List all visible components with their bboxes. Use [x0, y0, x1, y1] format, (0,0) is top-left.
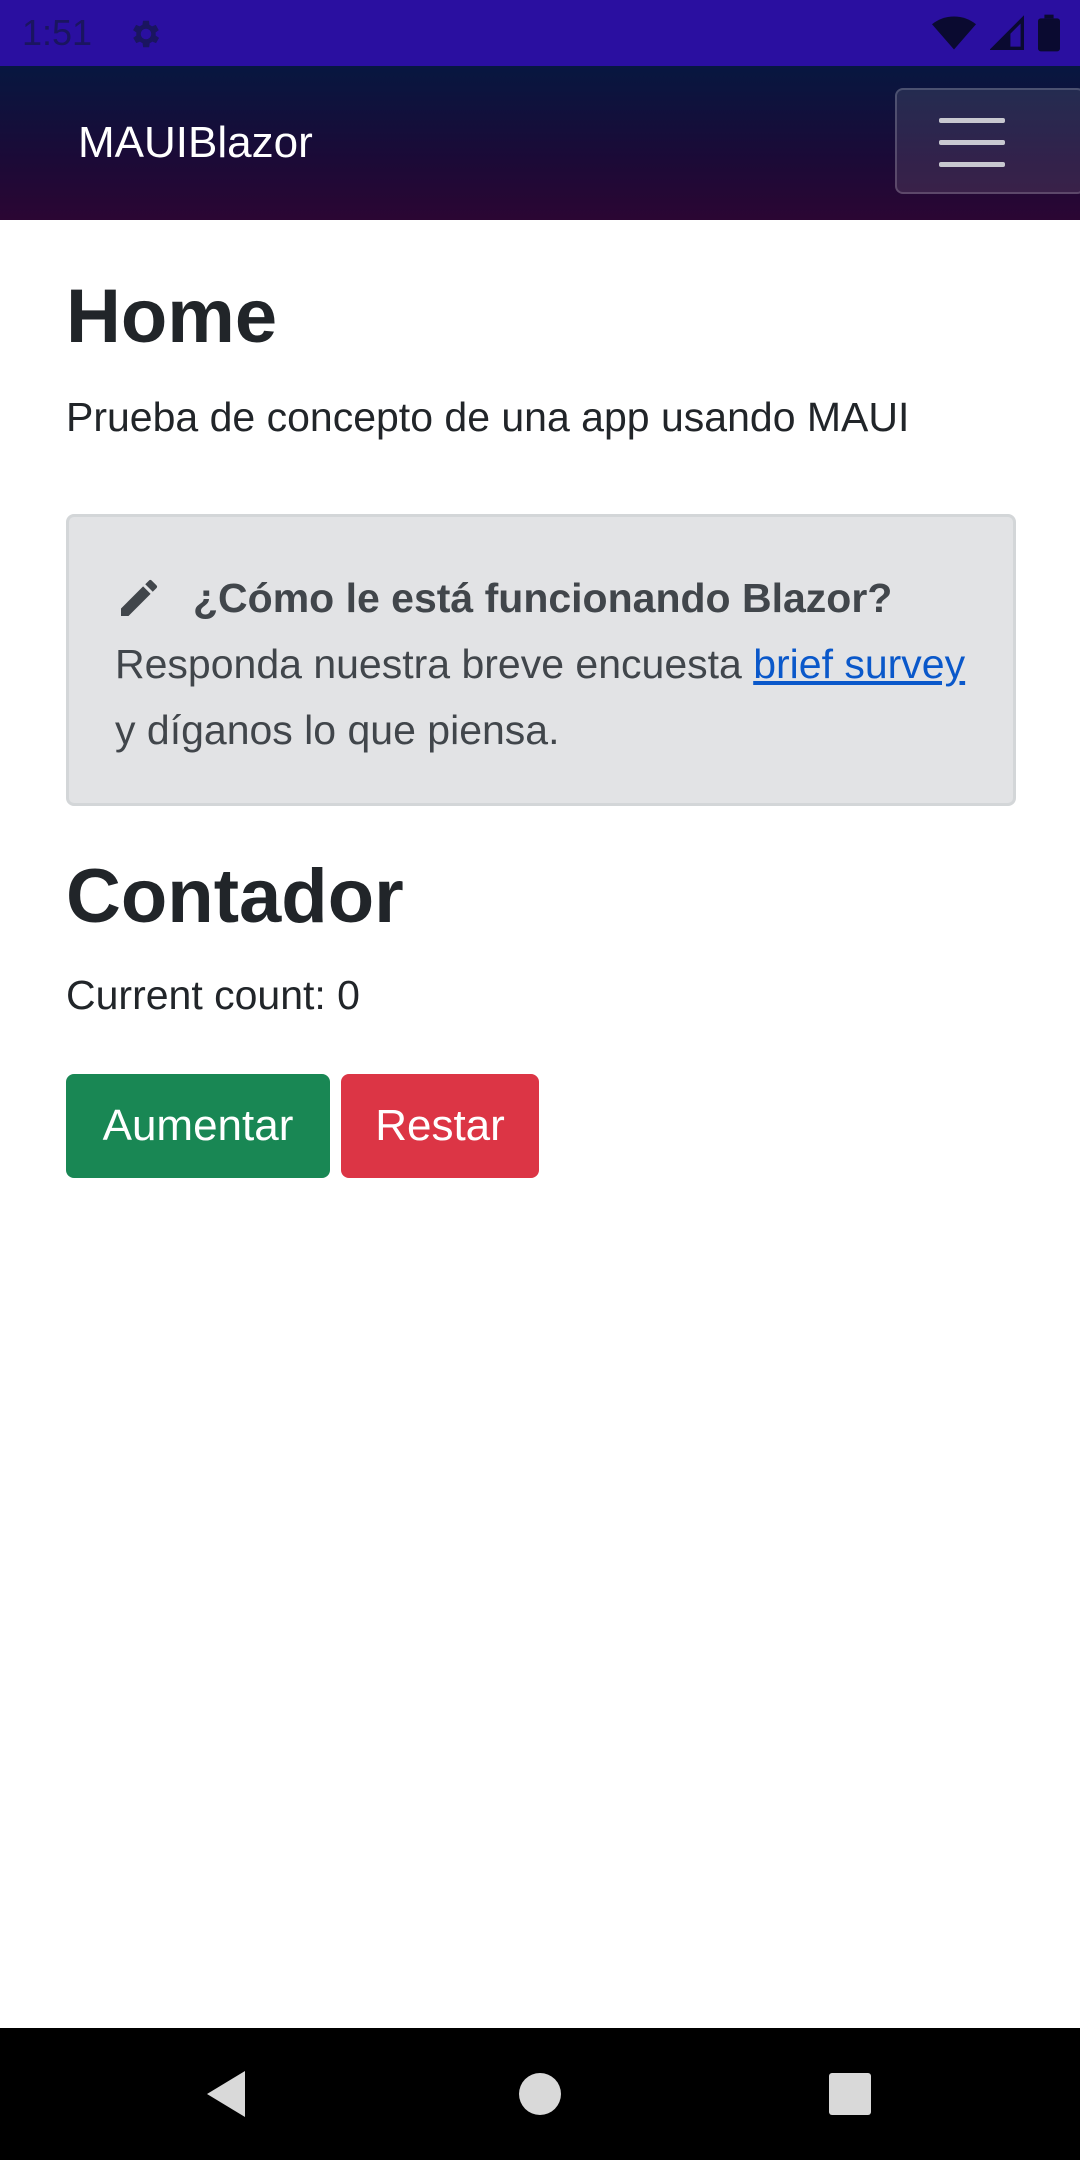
intro-text: Prueba de concepto de una app usando MAU…: [66, 394, 910, 440]
back-button[interactable]: [190, 2058, 262, 2130]
current-count: Current count: 0: [66, 972, 360, 1018]
app-screen: 1:51 MAUIBlazor Home Prueba de concepto …: [0, 0, 1080, 2160]
survey-alert: ¿Cómo le está funcionando Blazor? Respon…: [66, 514, 1016, 806]
increment-button[interactable]: Aumentar: [66, 1074, 330, 1178]
status-bar: 1:51: [0, 0, 1080, 66]
back-icon: [207, 2071, 245, 2117]
recents-icon: [829, 2073, 871, 2115]
settings-icon: [133, 20, 160, 48]
navbar-toggler-button[interactable]: [895, 88, 1080, 194]
pencil-icon: [121, 579, 158, 616]
survey-alert-text-before: Responda nuestra breve encuesta: [115, 641, 754, 687]
status-icons: [932, 14, 1060, 52]
survey-alert-text-after: y díganos lo que piensa.: [115, 707, 560, 753]
wifi-icon: [932, 16, 976, 50]
counter-heading: Contador: [66, 854, 404, 939]
brief-survey-link[interactable]: brief survey: [753, 641, 965, 687]
survey-alert-header: ¿Cómo le está funcionando Blazor?: [115, 565, 892, 631]
hamburger-menu-icon: [939, 118, 1005, 167]
decrement-button[interactable]: Restar: [341, 1074, 539, 1178]
home-icon: [519, 2073, 561, 2115]
home-button[interactable]: [504, 2058, 576, 2130]
page-title: Home: [66, 274, 278, 359]
system-nav-bar: [0, 2028, 1080, 2160]
survey-alert-title: ¿Cómo le está funcionando Blazor?: [193, 575, 893, 621]
survey-alert-text: Responda nuestra breve encuesta brief su…: [115, 631, 965, 697]
recents-button[interactable]: [814, 2058, 886, 2130]
signal-icon: [990, 15, 1024, 50]
top-navbar: MAUIBlazor: [0, 66, 1080, 220]
battery-icon: [1038, 14, 1060, 52]
brand-link[interactable]: MAUIBlazor: [78, 116, 313, 170]
status-time: 1:51: [22, 12, 93, 53]
